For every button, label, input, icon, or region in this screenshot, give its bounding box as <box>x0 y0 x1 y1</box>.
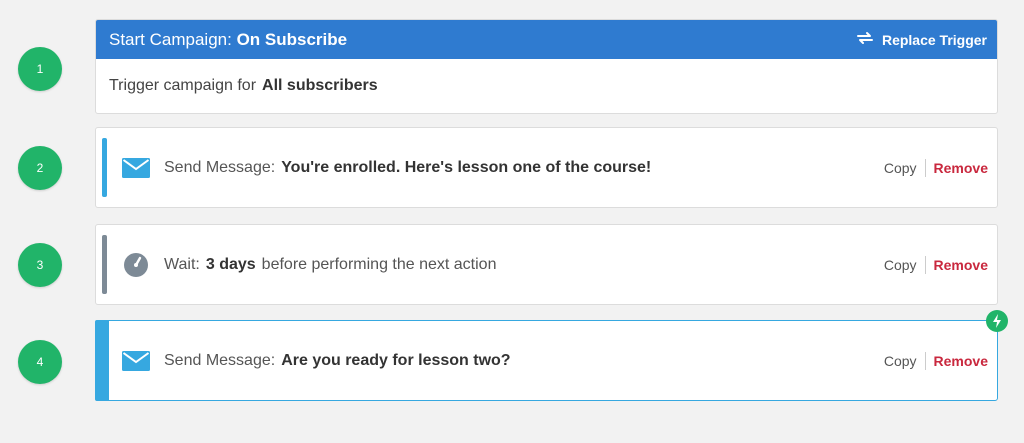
action-links: Copy Remove <box>884 255 988 274</box>
trigger-audience[interactable]: All subscribers <box>262 77 378 95</box>
action-card-send-message-1[interactable]: Send Message: You're enrolled. Here's les… <box>95 127 998 208</box>
link-divider <box>924 351 926 370</box>
trigger-prefix: Start Campaign: <box>109 29 232 49</box>
action-card-send-message-2[interactable]: Send Message: Are you ready for lesson tw… <box>95 310 1008 401</box>
action-links: Copy Remove <box>884 351 988 370</box>
action-description: Send Message: Are you ready for lesson tw… <box>164 352 511 370</box>
action-links: Copy Remove <box>884 158 988 177</box>
step-number-1: 1 <box>18 47 62 91</box>
trigger-header: Start Campaign: On Subscribe Replace Tri… <box>96 20 997 59</box>
copy-button[interactable]: Copy <box>884 160 917 176</box>
step-number-4: 4 <box>18 340 62 384</box>
trigger-name: On Subscribe <box>236 29 348 49</box>
action-value[interactable]: You're enrolled. Here's lesson one of th… <box>281 159 651 176</box>
step-number-3: 3 <box>18 243 62 287</box>
lightning-bolt-icon[interactable] <box>986 310 1008 332</box>
envelope-icon <box>122 349 150 373</box>
trigger-title: Start Campaign: On Subscribe <box>109 30 347 50</box>
replace-trigger-label: Replace Trigger <box>881 31 987 48</box>
replace-trigger-button[interactable]: Replace Trigger <box>856 30 987 49</box>
remove-button[interactable]: Remove <box>934 353 988 369</box>
action-suffix: before performing the next action <box>261 255 497 273</box>
action-description: Wait: 3 days before performing the next ac… <box>164 256 496 274</box>
wait-duration[interactable]: 3 days <box>206 256 256 273</box>
clock-icon <box>122 252 150 277</box>
link-divider <box>924 158 926 177</box>
step-number-2: 2 <box>18 146 62 190</box>
remove-button[interactable]: Remove <box>934 257 988 273</box>
envelope-icon <box>122 156 150 180</box>
trigger-card: Start Campaign: On Subscribe Replace Tri… <box>95 19 998 114</box>
action-accent-bar <box>102 235 107 294</box>
action-accent-bar <box>102 138 107 197</box>
link-divider <box>924 255 926 274</box>
trigger-body-prefix: Trigger campaign for <box>109 77 257 94</box>
copy-button[interactable]: Copy <box>884 257 917 273</box>
action-prefix: Wait: <box>164 255 200 273</box>
action-value[interactable]: Are you ready for lesson two? <box>281 352 510 369</box>
action-card-wait[interactable]: Wait: 3 days before performing the next ac… <box>95 224 998 305</box>
remove-button[interactable]: Remove <box>934 160 988 176</box>
trigger-body: Trigger campaign for All subscribers <box>96 59 997 113</box>
action-description: Send Message: You're enrolled. Here's les… <box>164 159 651 177</box>
action-accent-bar <box>95 320 109 401</box>
action-prefix: Send Message: <box>164 158 276 176</box>
copy-button[interactable]: Copy <box>884 353 917 369</box>
swap-icon <box>856 30 874 49</box>
action-prefix: Send Message: <box>164 351 276 369</box>
